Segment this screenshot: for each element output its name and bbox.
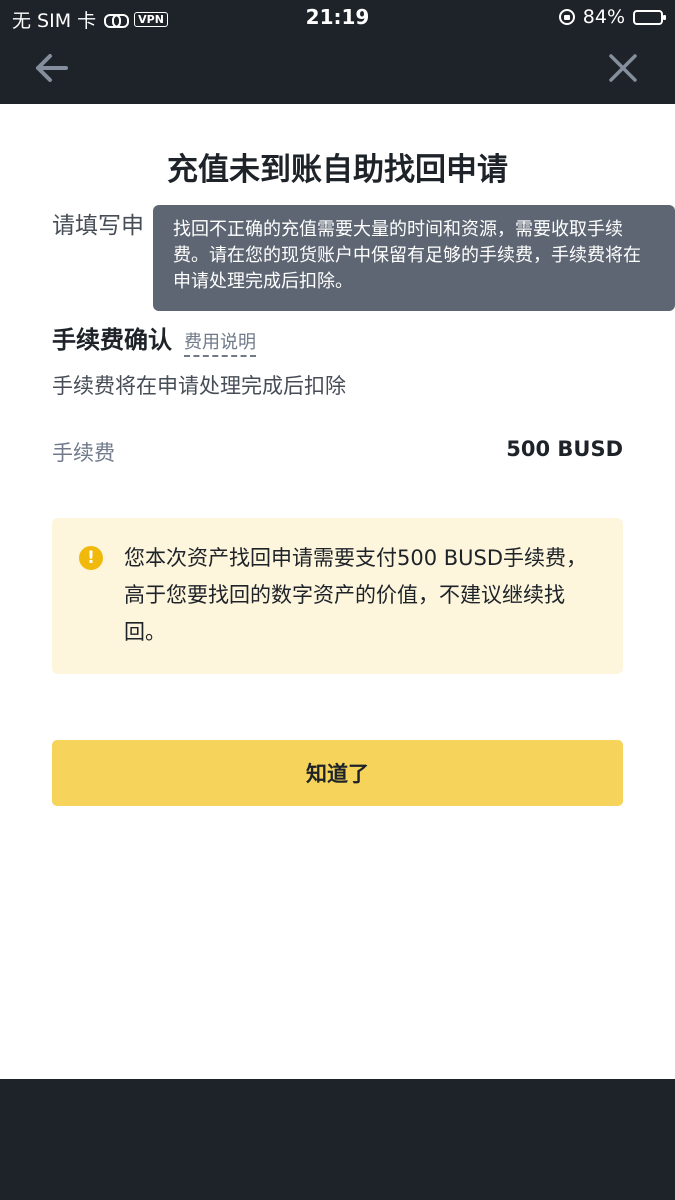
fee-description: 手续费将在申请处理完成后扣除 (52, 374, 346, 398)
page-title: 充值未到账自助找回申请 (167, 152, 508, 188)
close-icon (609, 54, 637, 82)
fee-tooltip: 找回不正确的充值需要大量的时间和资源，需要收取手续费。请在您的现货账户中保留有足… (153, 205, 675, 311)
close-button[interactable] (607, 52, 639, 84)
fee-confirm-title: 手续费确认 (52, 326, 172, 354)
fee-label: 手续费 (52, 441, 115, 465)
top-bar: 无 SIM 卡 VPN 21:19 84% (0, 0, 675, 104)
rotation-lock-icon (558, 9, 575, 25)
fee-explanation-link[interactable]: 费用说明 (184, 328, 256, 357)
status-right: 84% (558, 6, 666, 28)
arrow-left-icon (36, 54, 68, 82)
battery-percent: 84% (582, 6, 625, 28)
warning-text: 您本次资产找回申请需要支付500 BUSD手续费，高于您要找回的数字资产的价值，… (124, 546, 588, 644)
exclamation-icon: ! (79, 546, 103, 570)
battery-icon (633, 9, 666, 25)
status-bar: 无 SIM 卡 VPN 21:19 84% (0, 0, 675, 36)
form-subheading: 请填写申 (52, 213, 144, 239)
fee-row: 手续费 500 BUSD (52, 437, 623, 467)
back-button[interactable] (34, 52, 74, 84)
fee-heading: 手续费确认 费用说明 (52, 320, 256, 357)
content-panel: 充值未到账自助找回申请 请填写申 找回不正确的充值需要大量的时间和资源，需要收取… (0, 104, 675, 1079)
warning-box: ! 您本次资产找回申请需要支付500 BUSD手续费，高于您要找回的数字资产的价… (52, 518, 623, 674)
fee-value: 500 BUSD (506, 437, 623, 461)
acknowledge-button[interactable]: 知道了 (52, 740, 623, 806)
